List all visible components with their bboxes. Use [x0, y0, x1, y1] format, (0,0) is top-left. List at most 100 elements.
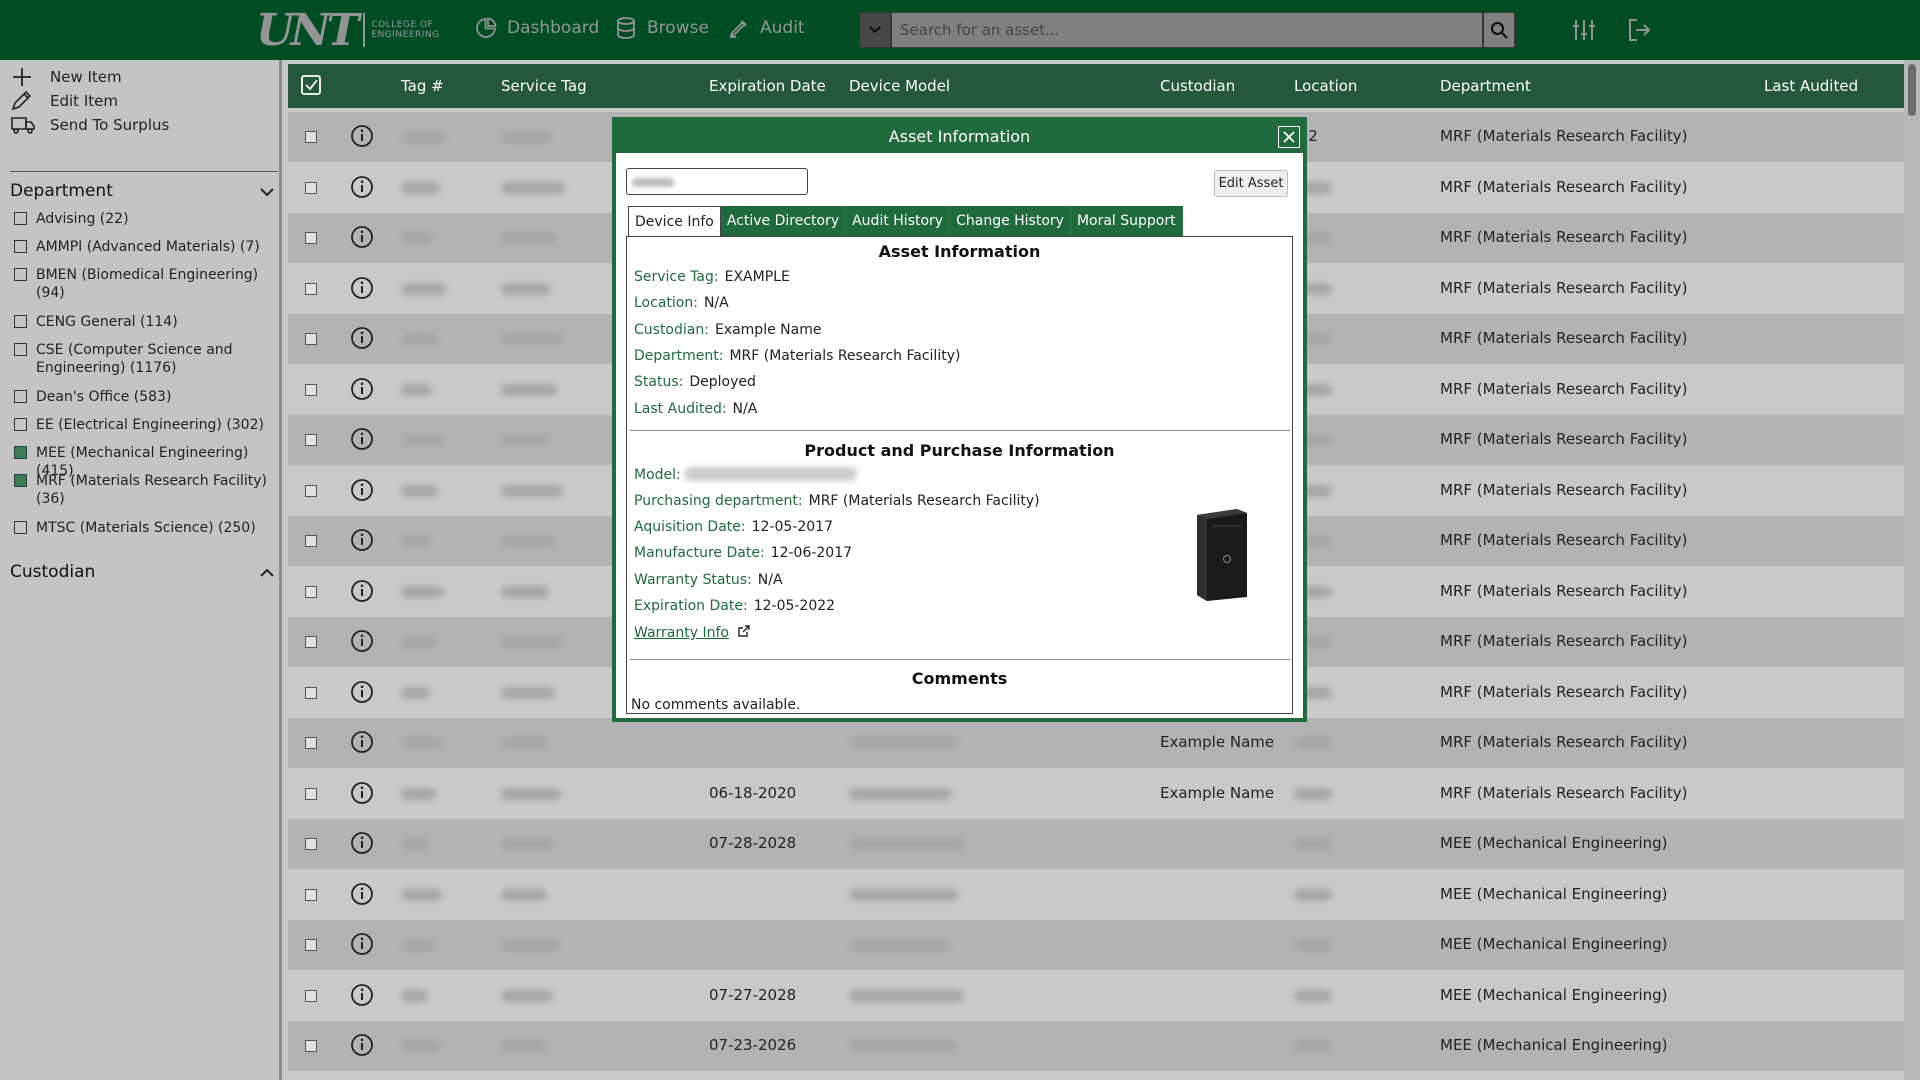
filter-cse[interactable]: CSE (Computer Science and Engineering) (…: [14, 341, 276, 377]
row-checkbox[interactable]: [305, 838, 317, 850]
col-tag[interactable]: Tag #: [401, 77, 444, 95]
info-icon[interactable]: [350, 579, 374, 603]
comments-text: No comments available.: [631, 697, 801, 713]
info-icon[interactable]: [350, 276, 374, 300]
tab-change-history[interactable]: Change History: [950, 206, 1071, 237]
filter-checkbox[interactable]: [14, 521, 27, 534]
filter-checkbox-checked[interactable]: [14, 446, 27, 459]
row-checkbox[interactable]: [305, 1040, 317, 1052]
field-value: N/A: [703, 295, 729, 311]
send-to-surplus-button[interactable]: Send To Surplus: [10, 114, 169, 136]
table-row[interactable]: MEE (Mechanical Engineering): [288, 920, 1904, 970]
col-service-tag[interactable]: Service Tag: [501, 77, 587, 95]
filter-ee[interactable]: EE (Electrical Engineering) (302): [14, 416, 276, 434]
row-checkbox[interactable]: [305, 535, 317, 547]
info-icon[interactable]: [350, 932, 374, 956]
field-label: Location:: [634, 295, 698, 311]
row-checkbox[interactable]: [305, 585, 317, 598]
select-all-checkbox-icon[interactable]: [300, 74, 322, 96]
cell-expiration-date: 07-28-2028: [709, 834, 797, 852]
table-row[interactable]: 07-23-2026 MEE (Mechanical Engineering): [288, 1021, 1904, 1071]
edit-asset-button[interactable]: Edit Asset: [1214, 170, 1288, 197]
tab-moral-support[interactable]: Moral Support: [1070, 206, 1183, 237]
info-icon[interactable]: [350, 377, 374, 401]
col-last-audited[interactable]: Last Audited: [1764, 77, 1858, 95]
chevron-down-icon[interactable]: [258, 183, 276, 201]
filter-checkbox[interactable]: [14, 315, 27, 328]
filter-label: AMMPI (Advanced Materials) (7): [36, 239, 260, 255]
row-checkbox[interactable]: [305, 939, 317, 951]
row-checkbox[interactable]: [305, 737, 317, 749]
tab-device-info[interactable]: Device Info: [628, 206, 721, 237]
table-scrollbar[interactable]: [1904, 60, 1920, 1080]
new-item-button[interactable]: New Item: [10, 66, 122, 88]
col-department[interactable]: Department: [1440, 77, 1531, 95]
filter-checkbox[interactable]: [14, 418, 27, 431]
table-row[interactable]: 07-28-2028 MEE (Mechanical Engineering): [288, 819, 1904, 869]
info-icon[interactable]: [350, 831, 374, 855]
row-checkbox[interactable]: [305, 181, 317, 194]
col-location[interactable]: Location: [1294, 77, 1357, 95]
col-device-model[interactable]: Device Model: [849, 77, 950, 95]
filter-mtsc[interactable]: MTSC (Materials Science) (250): [14, 519, 276, 537]
filter-checkbox-checked[interactable]: [14, 474, 27, 487]
table-row[interactable]: MEE (Mechanical Engineering): [288, 869, 1904, 920]
edit-item-button[interactable]: Edit Item: [10, 90, 118, 112]
col-expiration-date[interactable]: Expiration Date: [709, 77, 826, 95]
filter-advising[interactable]: Advising (22): [14, 210, 276, 228]
info-icon[interactable]: [350, 730, 374, 754]
row-checkbox[interactable]: [305, 484, 317, 497]
filter-ammpi[interactable]: AMMPI (Advanced Materials) (7): [14, 238, 276, 256]
filter-bmen[interactable]: BMEN (Biomedical Engineering) (94): [14, 266, 276, 302]
info-icon[interactable]: [350, 528, 374, 552]
row-checkbox[interactable]: [305, 232, 317, 244]
col-custodian[interactable]: Custodian: [1160, 77, 1235, 95]
sidebar-divider: [10, 171, 278, 172]
row-checkbox[interactable]: [305, 686, 317, 699]
redacted-cell: [401, 282, 446, 295]
filter-checkbox[interactable]: [14, 343, 27, 356]
row-checkbox[interactable]: [305, 434, 317, 446]
filter-checkbox[interactable]: [14, 268, 27, 281]
redacted-cell: [501, 636, 562, 648]
field-model: Model:: [634, 467, 687, 483]
row-checkbox[interactable]: [305, 888, 317, 901]
filter-checkbox[interactable]: [14, 240, 27, 253]
chevron-up-icon[interactable]: [258, 564, 276, 582]
tab-audit-history[interactable]: Audit History: [846, 206, 951, 237]
row-checkbox[interactable]: [305, 333, 317, 345]
info-icon[interactable]: [350, 680, 374, 704]
info-icon[interactable]: [350, 1033, 374, 1057]
table-row[interactable]: 07-27-2028 MEE (Mechanical Engineering): [288, 970, 1904, 1021]
department-filter-heading[interactable]: Department: [10, 181, 113, 201]
filter-deans-office[interactable]: Dean's Office (583): [14, 388, 276, 406]
row-checkbox[interactable]: [305, 636, 317, 648]
table-row[interactable]: 06-18-2020 Example Name MRF (Materials Res…: [288, 768, 1904, 819]
row-checkbox[interactable]: [305, 131, 317, 143]
table-row[interactable]: Example Name MRF (Materials Research Faci…: [288, 718, 1904, 768]
info-icon[interactable]: [350, 781, 374, 805]
field-value: EXAMPLE: [724, 269, 790, 285]
filter-ceng-general[interactable]: CENG General (114): [14, 313, 276, 331]
row-checkbox[interactable]: [305, 989, 317, 1002]
info-icon[interactable]: [350, 629, 374, 653]
custodian-filter-heading[interactable]: Custodian: [10, 562, 95, 582]
row-checkbox[interactable]: [305, 383, 317, 396]
info-icon[interactable]: [350, 427, 374, 451]
info-icon[interactable]: [350, 478, 374, 502]
row-checkbox[interactable]: [305, 787, 317, 800]
scrollbar-thumb[interactable]: [1908, 64, 1916, 116]
filter-mrf[interactable]: MRF (Materials Research Facility) (36): [14, 472, 276, 508]
info-icon[interactable]: [350, 882, 374, 906]
info-icon[interactable]: [350, 225, 374, 249]
close-button[interactable]: [1278, 126, 1300, 148]
filter-checkbox[interactable]: [14, 390, 27, 403]
warranty-info-link[interactable]: Warranty Info: [634, 624, 751, 641]
tab-active-directory[interactable]: Active Directory: [720, 206, 847, 237]
info-icon[interactable]: [350, 175, 374, 199]
info-icon[interactable]: [350, 326, 374, 350]
info-icon[interactable]: [350, 124, 374, 148]
row-checkbox[interactable]: [305, 282, 317, 295]
info-icon[interactable]: [350, 983, 374, 1007]
filter-checkbox[interactable]: [14, 212, 27, 225]
